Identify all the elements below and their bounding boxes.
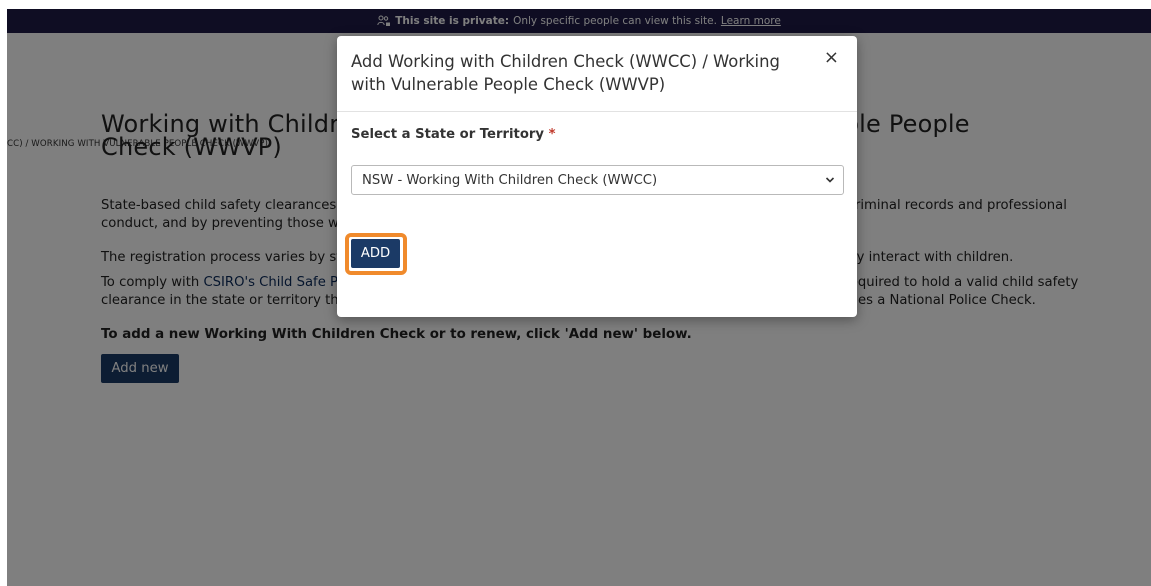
browser-page: This site is private: Only specific peop… <box>7 9 1151 586</box>
state-select-value: NSW - Working With Children Check (WWCC) <box>362 172 658 188</box>
required-mark: * <box>548 127 556 142</box>
add-button[interactable]: ADD <box>351 239 400 268</box>
state-field-label: Select a State or Territory * <box>351 127 555 142</box>
close-icon[interactable]: × <box>824 48 839 68</box>
modal-header: Add Working with Children Check (WWCC) /… <box>337 36 857 112</box>
state-field-label-text: Select a State or Territory <box>351 127 544 142</box>
modal-title: Add Working with Children Check (WWCC) /… <box>351 52 780 94</box>
add-check-modal: Add Working with Children Check (WWCC) /… <box>337 36 857 317</box>
chevron-down-icon <box>825 177 835 183</box>
state-select[interactable]: NSW - Working With Children Check (WWCC) <box>351 165 844 195</box>
